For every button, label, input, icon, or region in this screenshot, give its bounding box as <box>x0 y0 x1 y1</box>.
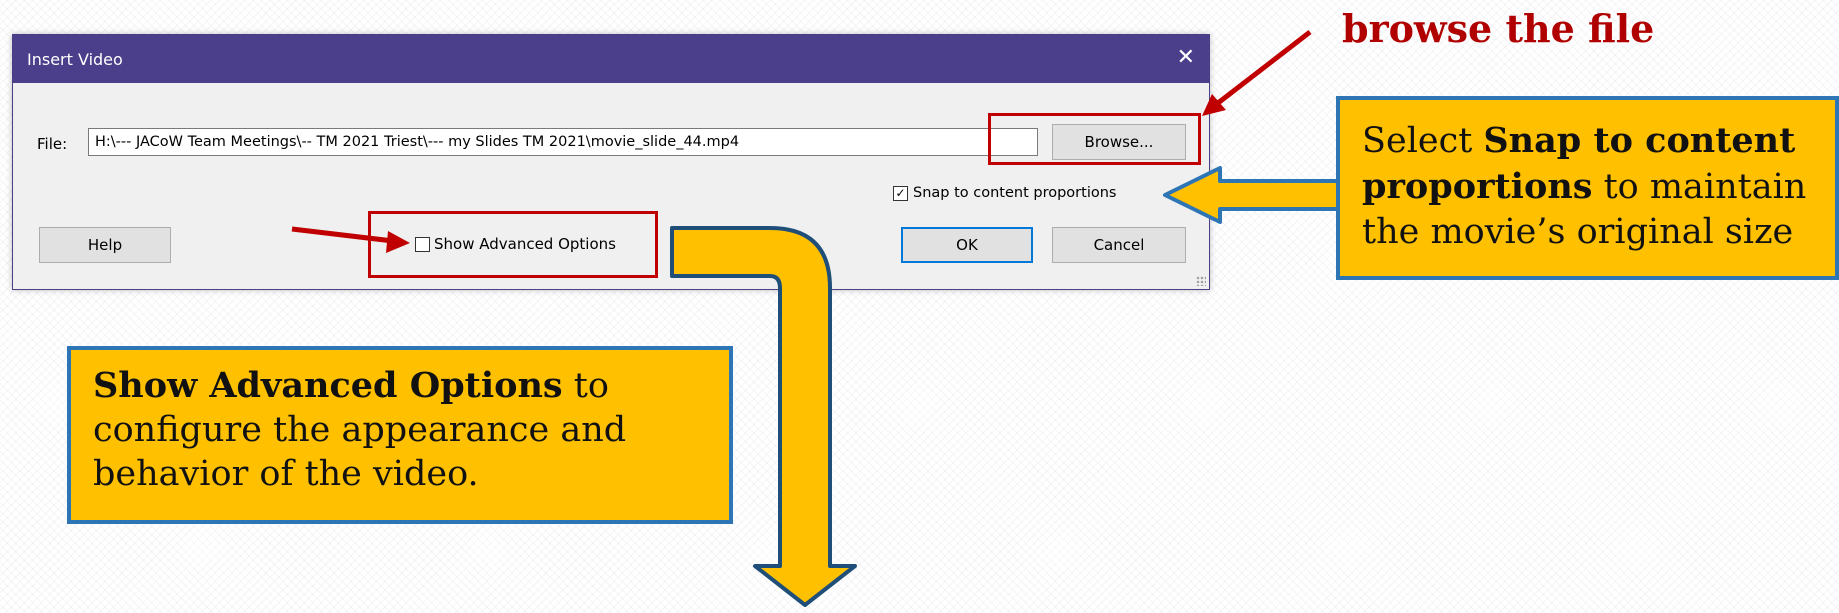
advanced-pointer-arrow <box>291 226 394 244</box>
advanced-callout: Show Advanced Options to configure the a… <box>67 346 733 524</box>
advanced-callout-bold: Show Advanced Options <box>93 365 563 406</box>
snap-yellow-arrow <box>1163 166 1342 224</box>
snap-callout: Select Snap to content proportions to ma… <box>1336 96 1839 280</box>
snap-callout-prefix: Select <box>1362 121 1484 161</box>
browse-annotation-title: browse the file <box>1342 6 1655 51</box>
advanced-arrow-head <box>386 231 410 253</box>
browse-pointer-arrow <box>1216 30 1312 105</box>
